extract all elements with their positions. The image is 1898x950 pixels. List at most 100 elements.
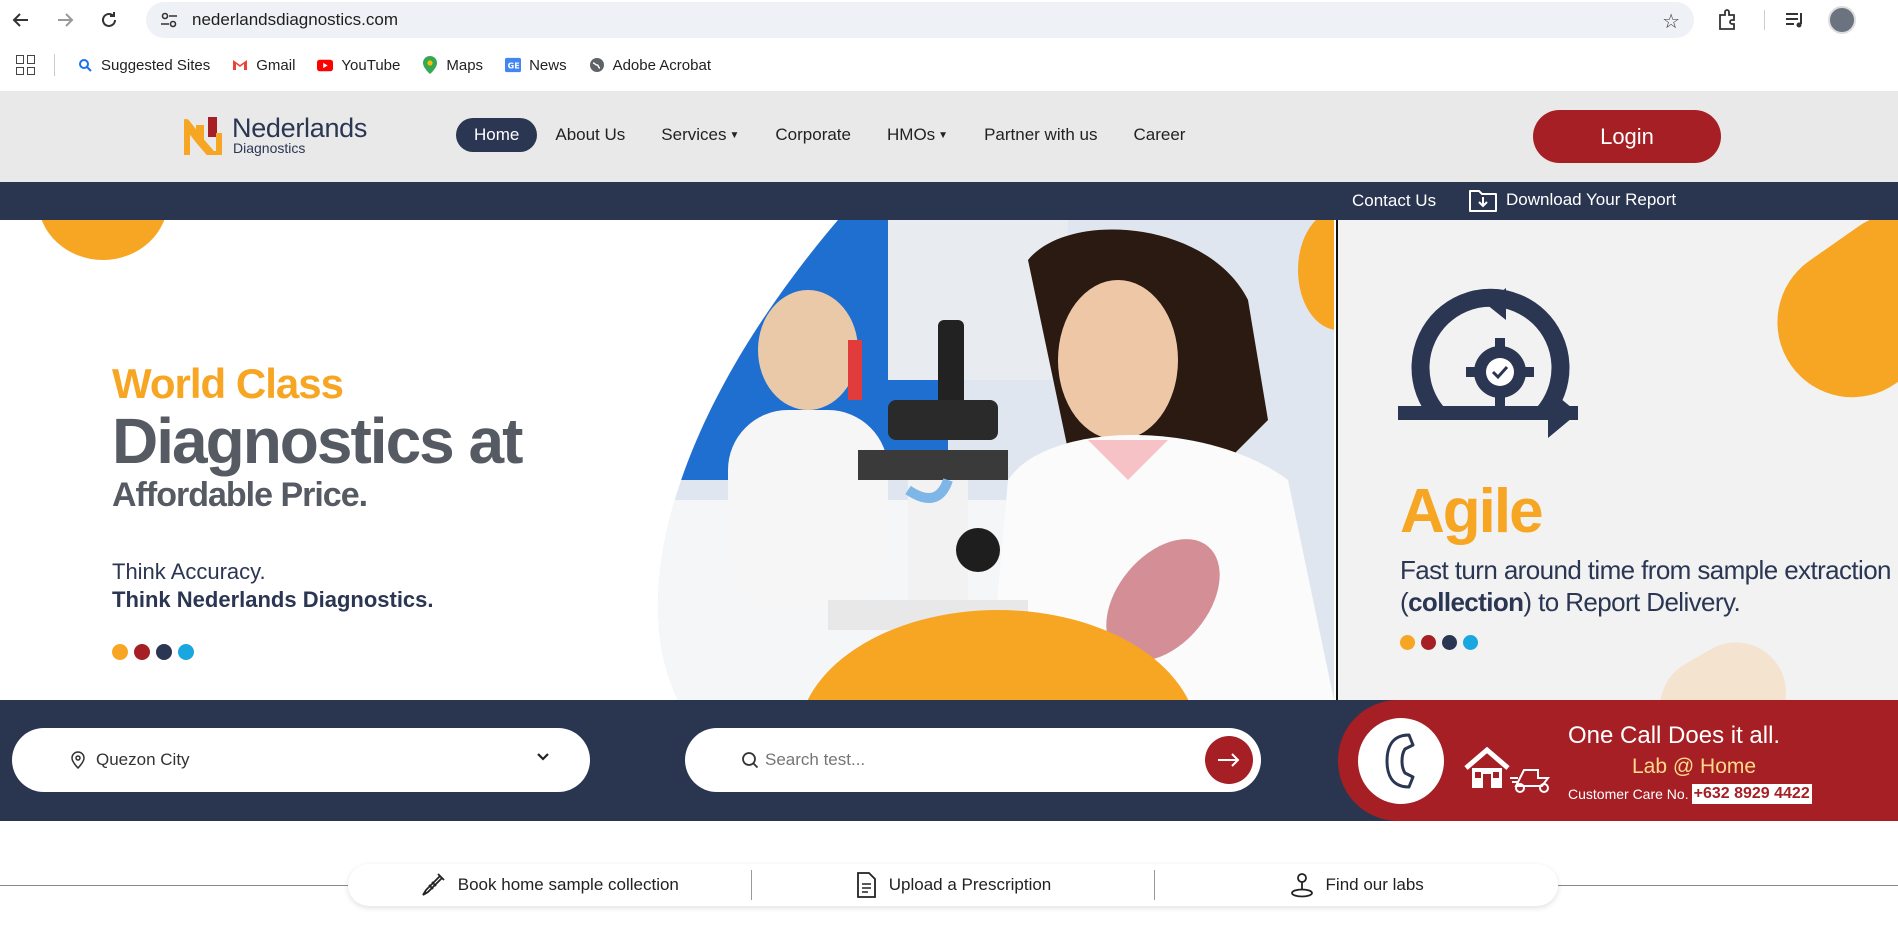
bookmark-label: News [529, 56, 567, 74]
forward-button[interactable] [48, 3, 82, 37]
nav-hmos[interactable]: HMOs ▼ [869, 118, 966, 152]
find-labs-label: Find our labs [1325, 875, 1424, 894]
search-icon [742, 752, 759, 769]
bookmark-gmail[interactable]: Gmail [232, 57, 295, 74]
location-select[interactable]: Quezon City [12, 728, 590, 792]
folder-download-icon [1469, 190, 1497, 212]
hero-line-think-nederlands: Think Nederlands Diagnostics. [112, 587, 434, 612]
bookmark-label: YouTube [341, 56, 401, 74]
bookmark-label: Suggested Sites [101, 56, 211, 74]
hero-line-accuracy: Think Accuracy. [112, 559, 266, 584]
phone-handset-icon [1385, 733, 1415, 789]
lab-at-home-label: Lab @ Home [1632, 755, 1757, 778]
news-icon: GE [505, 57, 522, 73]
search-submit-button[interactable] [1205, 736, 1253, 784]
agile-desc-part: ) to Report Delivery. [1523, 587, 1741, 617]
phone-circle [1358, 718, 1444, 804]
logo-mark-icon [184, 117, 222, 155]
site-info-icon[interactable] [158, 9, 180, 31]
decorative-blob [38, 220, 168, 260]
bookmark-maps[interactable]: Maps [422, 56, 484, 74]
quick-actions-bar: Book home sample collection Upload a Pre… [348, 864, 1558, 906]
book-home-collection-link[interactable]: Book home sample collection [348, 872, 751, 898]
test-search-box[interactable] [685, 728, 1261, 792]
nav-services[interactable]: Services ▼ [643, 118, 757, 152]
nav-hmos-label: HMOs [887, 125, 936, 144]
hero-slider: World Class Diagnostics at Affordable Pr… [0, 220, 1898, 700]
customer-care-label: Customer Care No. [1568, 786, 1689, 802]
agile-title: Agile [1400, 477, 1544, 546]
syringe-icon [421, 873, 445, 896]
agile-brand-dots [1400, 635, 1478, 650]
map-pin-person-icon [1290, 873, 1313, 898]
caret-down-icon: ▼ [729, 129, 740, 141]
home-icon [1464, 746, 1510, 788]
agile-desc-bold: collection [1408, 587, 1524, 617]
hero-line-affordable: Affordable Price. [112, 476, 368, 514]
address-bar[interactable]: nederlandsdiagnostics.com ☆ [146, 2, 1694, 38]
book-home-collection-label: Book home sample collection [457, 875, 679, 894]
search-icon [77, 57, 93, 73]
back-button[interactable] [4, 3, 38, 37]
location-value: Quezon City [96, 750, 190, 769]
one-call-card[interactable]: One Call Does it all. Lab @ Home Custome… [1338, 700, 1898, 821]
brand-dot [112, 644, 128, 660]
hero-line-diagnostics: Diagnostics at [112, 405, 523, 477]
svg-text:GE: GE [508, 62, 520, 71]
bookmark-adobe-acrobat[interactable]: Adobe Acrobat [589, 57, 711, 74]
brand-dot [1463, 635, 1478, 650]
apps-grid-icon[interactable] [16, 55, 36, 75]
bookmark-label: Gmail [256, 56, 296, 74]
site-logo[interactable]: Nederlands Diagnostics [184, 115, 367, 155]
brand-dot [156, 644, 172, 660]
nav-about-us[interactable]: About Us [537, 118, 643, 152]
hero-slide-diagnostics[interactable]: World Class Diagnostics at Affordable Pr… [0, 220, 1334, 700]
login-button[interactable]: Login [1533, 110, 1721, 163]
toolbar-divider [1764, 10, 1765, 30]
nav-partner[interactable]: Partner with us [966, 118, 1115, 152]
decorative-blob [1641, 624, 1805, 700]
hero-slide-agile[interactable]: Agile Fast turn around time from sample … [1336, 220, 1898, 700]
upload-prescription-link[interactable]: Upload a Prescription [752, 872, 1155, 898]
youtube-icon [317, 57, 334, 73]
reload-button[interactable] [92, 3, 126, 37]
browser-toolbar: nederlandsdiagnostics.com ☆ [0, 0, 1898, 40]
upload-prescription-label: Upload a Prescription [888, 875, 1052, 894]
nav-corporate[interactable]: Corporate [757, 118, 869, 152]
hero-brand-dots [112, 644, 194, 660]
nav-home[interactable]: Home [456, 118, 538, 152]
brand-dot [134, 644, 150, 660]
search-input[interactable] [765, 750, 1185, 770]
brand-dot [1442, 635, 1457, 650]
maps-icon [422, 56, 438, 74]
site-header: Nederlands Diagnostics Home About Us Ser… [0, 91, 1898, 182]
bookmark-news[interactable]: GE News [505, 57, 567, 74]
customer-care: Customer Care No. +632 8929 4422 [1568, 784, 1812, 804]
bookmark-label: Adobe Acrobat [612, 56, 711, 74]
arrow-right-icon [1218, 753, 1240, 767]
extensions-icon[interactable] [1716, 4, 1738, 36]
brand-dot [1421, 635, 1436, 650]
customer-care-number[interactable]: +632 8929 4422 [1691, 784, 1812, 804]
hero-copy: World Class Diagnostics at Affordable Pr… [112, 360, 523, 613]
bookmark-star-icon[interactable]: ☆ [1662, 9, 1680, 34]
download-report-link[interactable]: Download Your Report [1468, 186, 1676, 214]
utility-bar: Contact Us Download Your Report [0, 182, 1898, 220]
logo-subname: Diagnostics [233, 140, 306, 156]
url-text[interactable]: nederlandsdiagnostics.com [192, 10, 398, 30]
location-pin-icon [71, 751, 85, 769]
bookmark-youtube[interactable]: YouTube [317, 57, 400, 74]
globe-icon [589, 57, 605, 73]
brand-dot [1400, 635, 1415, 650]
decorative-blob [1747, 220, 1898, 427]
find-labs-link[interactable]: Find our labs [1155, 872, 1558, 898]
delivery-scooter-icon [1510, 769, 1550, 793]
agile-cycle-gear-icon [1398, 288, 1578, 438]
media-control-icon[interactable] [1784, 4, 1806, 36]
contact-us-link[interactable]: Contact Us [1352, 191, 1436, 211]
bookmarks-divider [54, 54, 55, 76]
profile-avatar[interactable] [1828, 6, 1856, 34]
nav-career[interactable]: Career [1115, 118, 1203, 152]
bookmark-suggested-sites[interactable]: Suggested Sites [77, 57, 210, 74]
bookmark-label: Maps [446, 56, 484, 74]
